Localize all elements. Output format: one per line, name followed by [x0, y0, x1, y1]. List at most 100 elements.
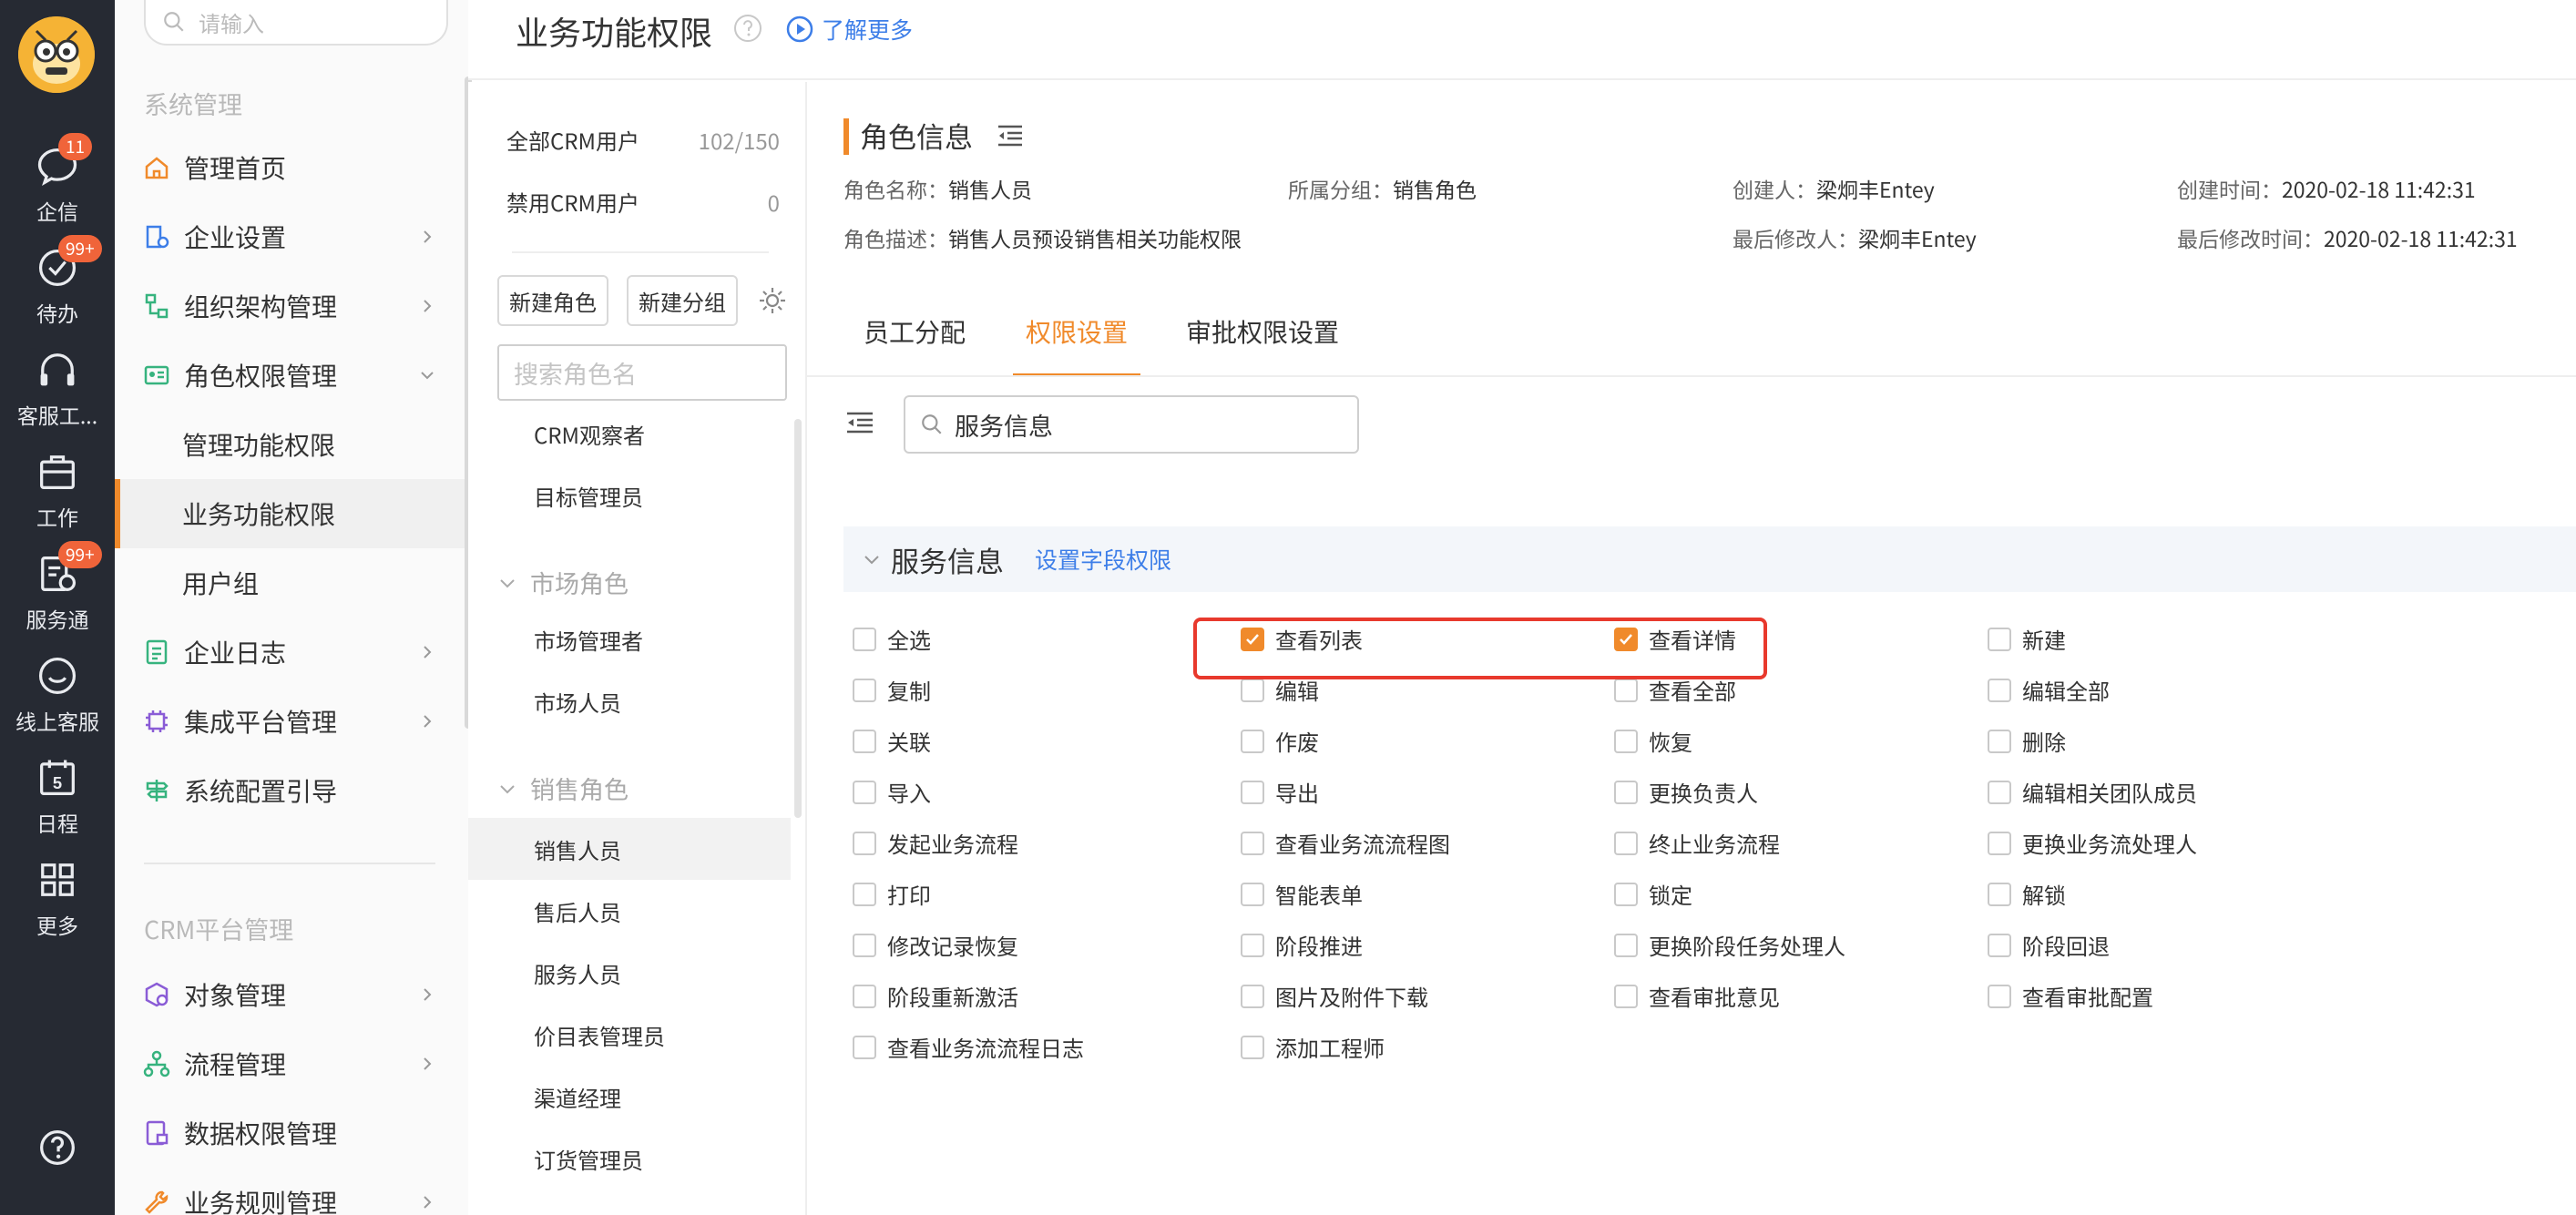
- checkbox-unchecked[interactable]: [1241, 780, 1264, 804]
- permission-checkbox[interactable]: 更换负责人: [1614, 776, 1758, 808]
- nav-search-input[interactable]: 请输入: [144, 0, 448, 46]
- checkbox-unchecked[interactable]: [1241, 882, 1264, 906]
- tab-permission-settings[interactable]: 权限设置: [1012, 313, 1141, 377]
- checkbox-unchecked[interactable]: [1614, 984, 1638, 1008]
- permission-checkbox[interactable]: 查看业务流流程图: [1241, 827, 1450, 859]
- checkbox-unchecked[interactable]: [1241, 729, 1264, 753]
- sidebar-item-object-management[interactable]: 对象管理: [115, 960, 465, 1029]
- roles-scrollbar[interactable]: [794, 419, 802, 818]
- rail-help[interactable]: [0, 1120, 115, 1211]
- checkbox-unchecked[interactable]: [853, 729, 876, 753]
- permission-checkbox[interactable]: 查看审批配置: [1988, 980, 2153, 1012]
- permission-checkbox[interactable]: 终止业务流程: [1614, 827, 1780, 859]
- role-item[interactable]: 服务人员: [468, 942, 791, 1004]
- permission-checkbox[interactable]: 阶段重新激活: [853, 980, 1018, 1012]
- checkbox-unchecked[interactable]: [1988, 627, 2011, 651]
- sidebar-item-company-settings[interactable]: 企业设置: [115, 202, 465, 271]
- sidebar-item-org-structure[interactable]: 组织架构管理: [115, 271, 465, 341]
- rail-item-messages[interactable]: 企信 11: [0, 133, 115, 230]
- permission-search-input[interactable]: 服务信息: [904, 395, 1359, 454]
- permission-checkbox[interactable]: 导入: [853, 776, 931, 808]
- role-item[interactable]: 目标管理员: [468, 465, 791, 526]
- permission-checkbox[interactable]: 阶段推进: [1241, 929, 1363, 961]
- permission-checkbox[interactable]: 解锁: [1988, 878, 2066, 910]
- permission-checkbox[interactable]: 更换阶段任务处理人: [1614, 929, 1845, 961]
- rail-item-service-desk[interactable]: 客服工...: [0, 342, 115, 434]
- checkbox-unchecked[interactable]: [1614, 933, 1638, 957]
- permission-checkbox[interactable]: 更换业务流处理人: [1988, 827, 2197, 859]
- checkbox-unchecked[interactable]: [1241, 933, 1264, 957]
- role-group-sales[interactable]: 销售角色: [497, 771, 629, 806]
- tab-approval-permissions[interactable]: 审批权限设置: [1186, 313, 1339, 377]
- stat-all-crm-users[interactable]: 全部CRM用户 102/150: [506, 124, 780, 156]
- checkbox-unchecked[interactable]: [1614, 882, 1638, 906]
- permission-checkbox[interactable]: 查看业务流流程日志: [853, 1031, 1084, 1063]
- collapse-list-icon[interactable]: [843, 406, 876, 439]
- checkbox-unchecked[interactable]: [853, 933, 876, 957]
- checkbox-unchecked[interactable]: [1241, 678, 1264, 702]
- checkbox-unchecked[interactable]: [1988, 984, 2011, 1008]
- sidebar-item-admin-home[interactable]: 管理首页: [115, 133, 465, 202]
- checkbox-unchecked[interactable]: [853, 1035, 876, 1059]
- checkbox-unchecked[interactable]: [853, 627, 876, 651]
- rail-item-calendar[interactable]: 5 日程: [0, 750, 115, 842]
- permission-checkbox[interactable]: 导出: [1241, 776, 1319, 808]
- avatar[interactable]: [18, 16, 95, 93]
- permission-checkbox[interactable]: 新建: [1988, 623, 2066, 655]
- checkbox-unchecked[interactable]: [1241, 984, 1264, 1008]
- permission-checkbox[interactable]: 编辑相关团队成员: [1988, 776, 2197, 808]
- role-item[interactable]: 渠道经理: [468, 1066, 791, 1128]
- permission-checkbox[interactable]: 恢复: [1614, 725, 1692, 757]
- role-item-selected[interactable]: 销售人员: [468, 818, 791, 880]
- checkbox-unchecked[interactable]: [1614, 831, 1638, 855]
- checkbox-unchecked[interactable]: [853, 831, 876, 855]
- permission-checkbox[interactable]: 关联: [853, 725, 931, 757]
- permission-checkbox[interactable]: 修改记录恢复: [853, 929, 1018, 961]
- checkbox-unchecked[interactable]: [1241, 831, 1264, 855]
- role-item[interactable]: 售后人员: [468, 880, 791, 942]
- sidebar-item-process-management[interactable]: 流程管理: [115, 1029, 465, 1098]
- sidebar-item-data-permissions[interactable]: 数据权限管理: [115, 1098, 465, 1168]
- checkbox-unchecked[interactable]: [1614, 780, 1638, 804]
- rail-item-todo[interactable]: 待办 99+: [0, 235, 115, 332]
- new-role-button[interactable]: 新建角色: [497, 275, 608, 326]
- permission-checkbox[interactable]: 锁定: [1614, 878, 1692, 910]
- checkbox-unchecked[interactable]: [1988, 882, 2011, 906]
- sidebar-item-user-groups[interactable]: 用户组: [115, 548, 465, 618]
- checkbox-unchecked[interactable]: [1988, 933, 2011, 957]
- checkbox-unchecked[interactable]: [1988, 729, 2011, 753]
- sidebar-item-integration[interactable]: 集成平台管理: [115, 687, 465, 756]
- permission-checkbox[interactable]: 全选: [853, 623, 931, 655]
- rail-item-more[interactable]: 更多: [0, 853, 115, 944]
- role-item[interactable]: 订货管理员: [468, 1128, 791, 1189]
- role-item[interactable]: CRM观察者: [468, 403, 791, 465]
- checkbox-unchecked[interactable]: [853, 678, 876, 702]
- permission-checkbox[interactable]: 阶段回退: [1988, 929, 2110, 961]
- permission-checkbox[interactable]: 添加工程师: [1241, 1031, 1385, 1063]
- permission-checkbox[interactable]: 复制: [853, 674, 931, 706]
- checkbox-unchecked[interactable]: [1241, 1035, 1264, 1059]
- permission-checkbox[interactable]: 查看审批意见: [1614, 980, 1780, 1012]
- permission-checkbox[interactable]: 作废: [1241, 725, 1319, 757]
- rail-item-online-service[interactable]: 线上客服: [0, 648, 115, 740]
- field-permission-link[interactable]: 设置字段权限: [1035, 543, 1171, 576]
- sidebar-item-business-permissions[interactable]: 业务功能权限: [115, 479, 465, 548]
- role-group-market[interactable]: 市场角色: [497, 565, 629, 600]
- role-search-input[interactable]: [497, 344, 787, 401]
- help-icon[interactable]: [732, 13, 763, 44]
- sidebar-item-admin-permissions[interactable]: 管理功能权限: [115, 410, 465, 479]
- permission-checkbox[interactable]: 打印: [853, 878, 931, 910]
- checkbox-unchecked[interactable]: [853, 780, 876, 804]
- sidebar-item-company-log[interactable]: 企业日志: [115, 618, 465, 687]
- sidebar-item-role-permissions[interactable]: 角色权限管理: [115, 341, 465, 410]
- checkbox-unchecked[interactable]: [1614, 678, 1638, 702]
- chevron-down-icon[interactable]: [862, 549, 882, 569]
- permission-checkbox[interactable]: 编辑全部: [1988, 674, 2110, 706]
- gear-icon[interactable]: [756, 284, 789, 317]
- new-group-button[interactable]: 新建分组: [627, 275, 738, 326]
- checkbox-unchecked[interactable]: [1614, 729, 1638, 753]
- permission-checkbox[interactable]: 发起业务流程: [853, 827, 1018, 859]
- rail-item-service-pass[interactable]: 服务通 99+: [0, 541, 115, 638]
- sidebar-item-config-guide[interactable]: 系统配置引导: [115, 756, 465, 825]
- tab-staff-assignment[interactable]: 员工分配: [864, 313, 966, 377]
